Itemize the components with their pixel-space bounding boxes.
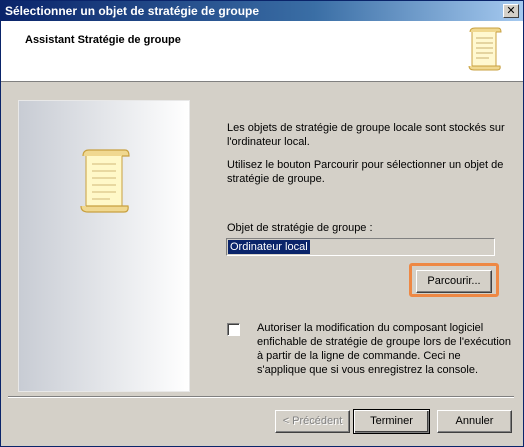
scroll-icon bbox=[78, 148, 132, 217]
allow-modify-label[interactable]: Autoriser la modification du composant l… bbox=[257, 321, 512, 377]
scroll-icon bbox=[467, 27, 503, 74]
window-title: Sélectionner un objet de stratégie de gr… bbox=[5, 4, 260, 18]
gpo-field[interactable]: Ordinateur local bbox=[226, 238, 495, 256]
wizard-header: Assistant Stratégie de groupe bbox=[1, 21, 523, 82]
footer-divider-highlight bbox=[8, 397, 514, 398]
cancel-button[interactable]: Annuler bbox=[437, 410, 512, 433]
title-bar: Sélectionner un objet de stratégie de gr… bbox=[1, 1, 523, 21]
gpo-field-value: Ordinateur local bbox=[228, 240, 310, 254]
finish-button[interactable]: Terminer bbox=[353, 409, 430, 434]
description-text-2: Utilisez le bouton Parcourir pour sélect… bbox=[227, 159, 504, 185]
browse-button[interactable]: Parcourir... bbox=[416, 270, 492, 293]
allow-modify-checkbox[interactable] bbox=[227, 323, 240, 336]
wizard-side-panel bbox=[18, 100, 190, 392]
close-button[interactable]: ✕ bbox=[503, 4, 519, 18]
previous-button[interactable]: < Précédent bbox=[275, 410, 350, 433]
description-text-1: Les objets de stratégie de groupe locale… bbox=[227, 122, 505, 148]
close-icon: ✕ bbox=[506, 4, 516, 17]
header-title: Assistant Stratégie de groupe bbox=[25, 34, 181, 46]
gpo-label: Objet de stratégie de groupe : bbox=[227, 222, 373, 234]
